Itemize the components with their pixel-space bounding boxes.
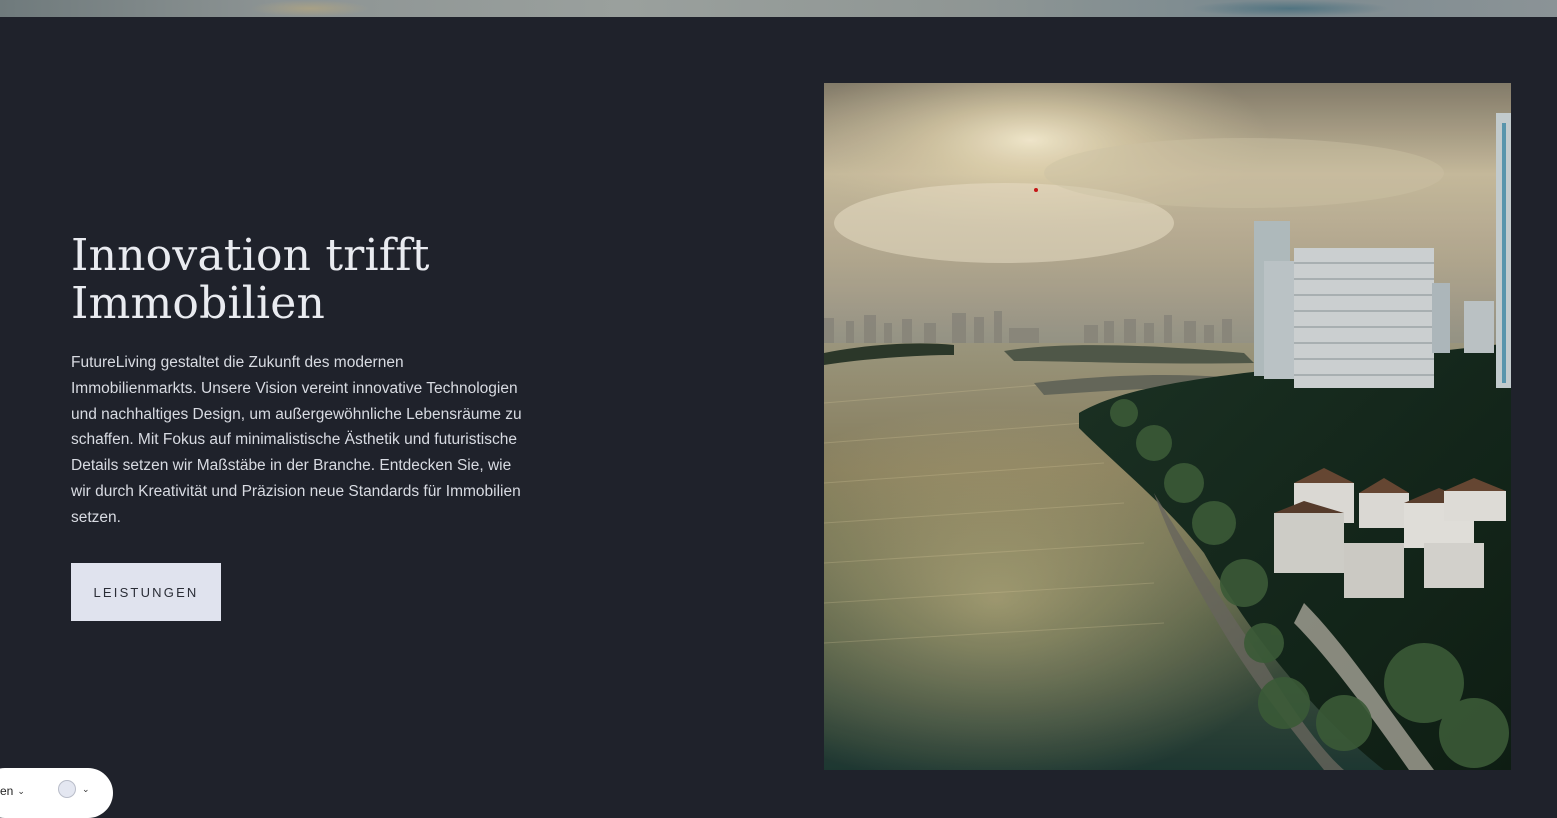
language-label: ren <box>0 784 14 798</box>
circle-icon <box>58 780 76 798</box>
language-accessibility-widget: ren ⌄ ⌄ <box>0 768 113 818</box>
accessibility-selector[interactable]: ⌄ <box>58 780 90 798</box>
language-selector[interactable]: ren ⌄ <box>0 784 25 798</box>
hero-description: FutureLiving gestaltet die Zukunft des m… <box>71 354 522 526</box>
hero-image-coastal-city <box>824 83 1511 770</box>
hero-image-illustration <box>824 83 1511 770</box>
hero-text-block: Innovation trifft Immobilien FutureLivin… <box>71 232 541 531</box>
hero-title: Innovation trifft Immobilien <box>71 232 491 328</box>
chevron-down-icon: ⌄ <box>82 783 90 794</box>
previous-section-image-strip <box>0 0 1557 17</box>
hero-title-line-2: Immobilien <box>71 278 326 329</box>
hero-title-line-1: Innovation trifft <box>71 230 430 281</box>
leistungen-button[interactable]: LEISTUNGEN <box>71 563 221 621</box>
